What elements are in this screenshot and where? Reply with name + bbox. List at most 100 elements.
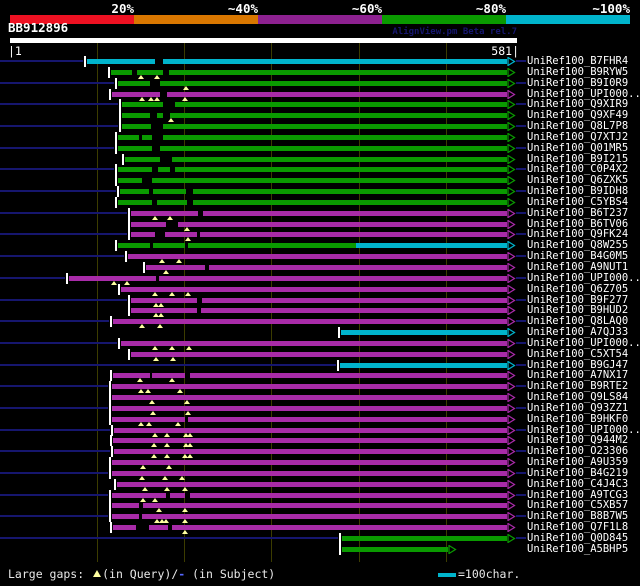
row-label[interactable]: UniRef100_A5BHP5 (527, 543, 628, 555)
alignment-bar[interactable] (121, 340, 508, 346)
subject-gap-notch (197, 297, 203, 303)
alignment-bar[interactable] (112, 384, 508, 390)
arrow-right-icon (507, 208, 517, 218)
alignment-start-tick (110, 435, 113, 447)
row-baseline (0, 493, 109, 496)
arrow-right-icon (507, 78, 517, 88)
arrow-right-icon (507, 360, 517, 370)
arrow-right-icon (507, 371, 517, 381)
alignment-bar[interactable] (113, 438, 508, 444)
alignment-bar[interactable] (114, 449, 508, 455)
alignment-bar[interactable] (121, 286, 508, 292)
alignment-bar[interactable] (146, 265, 508, 270)
alignment-start-tick (115, 196, 118, 208)
alignment-start-tick (115, 175, 118, 187)
alignment-bar[interactable] (113, 319, 508, 325)
alignment-bar[interactable] (86, 59, 508, 64)
alignment-start-tick (115, 164, 118, 176)
alignment-bar[interactable] (130, 297, 508, 303)
row-baseline (516, 406, 526, 409)
alignment-bar[interactable] (112, 395, 508, 400)
arrow-right-icon (507, 414, 517, 424)
alignment-start-tick (118, 283, 120, 295)
alignment-start-tick (110, 370, 113, 382)
alignment-bar[interactable] (118, 243, 357, 249)
subject-gap-notch (151, 134, 163, 140)
alignment-rows: UniRef100_B7FHR4 UniRef100_B9RYW5 UniRef10… (0, 0, 640, 586)
alignment-bar[interactable] (112, 470, 508, 476)
row-baseline (0, 190, 117, 193)
alignment-bar[interactable] (118, 80, 508, 86)
subject-gap-notch (165, 492, 170, 498)
alignment-bar[interactable] (128, 254, 508, 260)
arrow-right-icon (507, 100, 517, 110)
arrow-right-icon (507, 241, 517, 251)
alignment-start-tick (118, 337, 120, 349)
alignment-bar[interactable] (121, 102, 508, 108)
subject-gap-notch (155, 232, 165, 238)
row-baseline (0, 168, 115, 171)
alignment-start-tick (339, 533, 342, 544)
alignment-start-tick (127, 348, 130, 360)
arrow-right-icon (507, 512, 517, 522)
alignment-bar[interactable] (112, 514, 508, 520)
alignment-bar[interactable] (68, 275, 508, 281)
arrow-right-icon (507, 263, 517, 272)
alignment-start-tick (111, 424, 113, 436)
alignment-bar[interactable] (121, 113, 508, 119)
alignment-bar[interactable] (112, 492, 508, 498)
alignment-bar[interactable] (112, 503, 508, 509)
subject-gap-notch (149, 113, 157, 119)
alignment-start-tick (111, 446, 113, 458)
alignment-start-tick (143, 262, 146, 273)
alignment-bar[interactable] (118, 178, 508, 184)
row-baseline (0, 471, 109, 474)
row-baseline (516, 60, 526, 62)
alignment-bar[interactable] (118, 167, 508, 173)
arrow-right-icon (507, 176, 517, 186)
row-baseline (516, 103, 526, 106)
arrow-right-icon (507, 534, 517, 543)
subject-gap-notch (184, 243, 189, 249)
alignment-row[interactable]: UniRef100_A5BHP5 (0, 543, 640, 556)
alignment-bar[interactable] (114, 427, 508, 433)
subject-gap-notch (165, 221, 178, 227)
subject-gap-notch (142, 178, 152, 184)
subject-gap-notch (184, 373, 190, 379)
arrow-right-icon (507, 89, 517, 99)
row-baseline (516, 146, 526, 149)
alignment-start-tick (109, 500, 112, 512)
row-baseline (0, 515, 109, 518)
alignment-bar[interactable] (124, 156, 508, 162)
subject-gap-notch (197, 210, 204, 216)
subject-gap-notch (163, 69, 170, 75)
alignment-bar[interactable] (356, 243, 508, 249)
alignment-start-tick (115, 77, 118, 89)
alignment-bar[interactable] (112, 405, 508, 411)
alignment-bar[interactable] (110, 69, 508, 75)
alignment-bar[interactable] (118, 145, 508, 151)
alignment-bar[interactable] (130, 351, 508, 357)
alignment-bar[interactable] (112, 91, 508, 97)
alignment-start-tick (109, 381, 112, 393)
alignment-bar[interactable] (116, 481, 508, 487)
alignment-bar[interactable] (130, 308, 508, 314)
alignment-bar[interactable] (118, 199, 508, 205)
arrow-right-icon (507, 284, 517, 294)
alignment-bar[interactable] (339, 362, 508, 368)
alignment-bar[interactable] (121, 124, 508, 129)
row-baseline (0, 276, 65, 279)
alignment-bar[interactable] (120, 189, 508, 195)
alignment-bar[interactable] (342, 546, 448, 552)
row-baseline (0, 406, 109, 409)
alignment-bar[interactable] (342, 536, 508, 541)
alignment-bar[interactable] (113, 525, 508, 531)
alignment-bar[interactable] (112, 416, 508, 422)
alignment-bar[interactable] (341, 330, 508, 335)
subject-gap-notch (150, 124, 163, 129)
alignment-start-tick (107, 66, 110, 78)
row-baseline (516, 320, 526, 323)
alignment-bar[interactable] (130, 210, 508, 216)
alignment-bar[interactable] (118, 134, 508, 140)
subject-gap-notch (151, 199, 157, 205)
